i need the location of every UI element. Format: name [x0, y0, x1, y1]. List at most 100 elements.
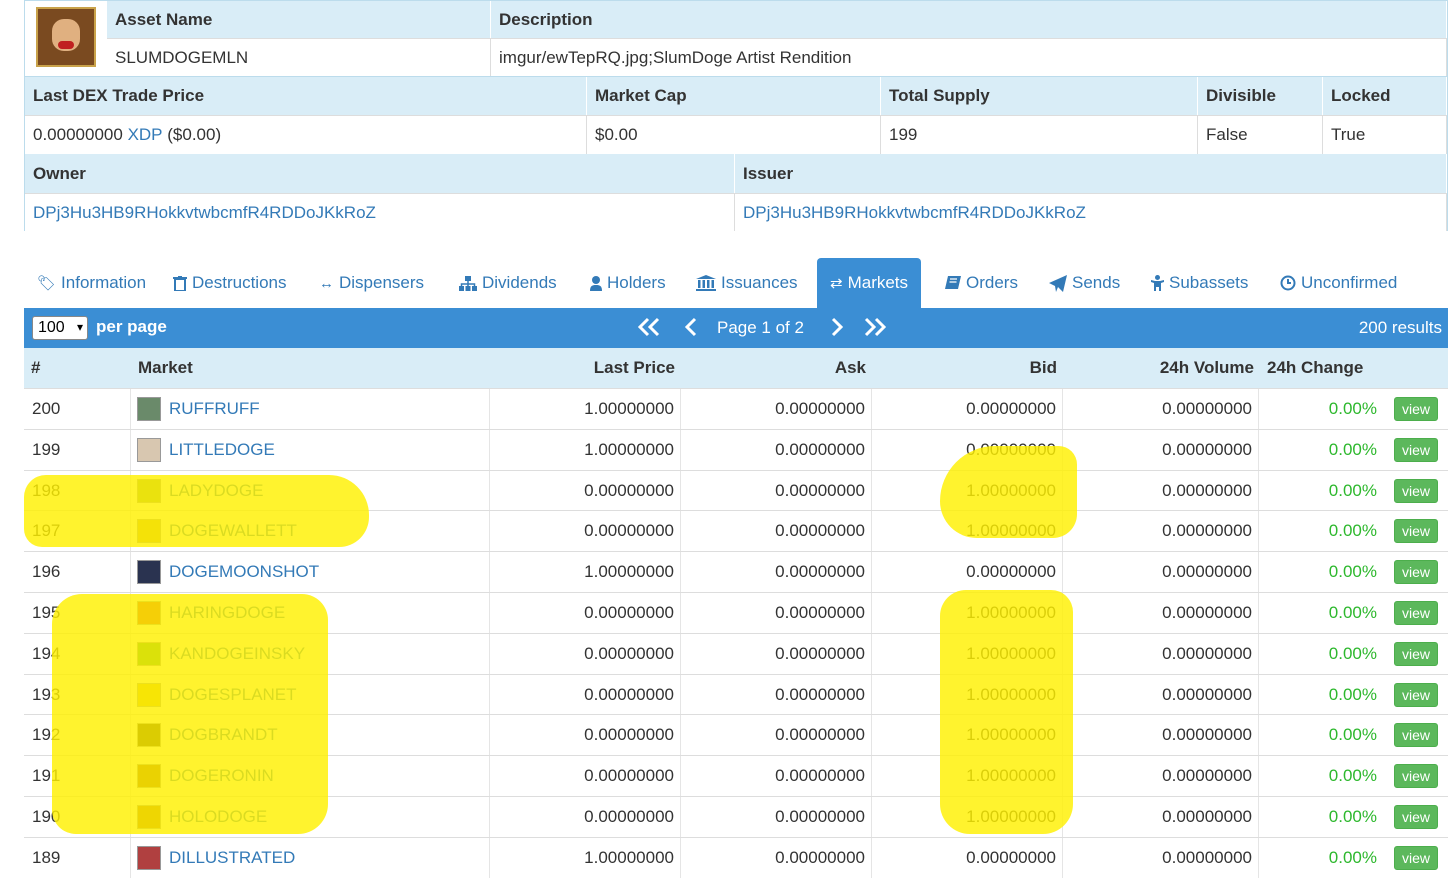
- issuer-address-link[interactable]: DPj3Hu3HB9RHokkvtwbcmfR4RDDoJKkRoZ: [743, 203, 1086, 223]
- market-link[interactable]: DOGESPLANET: [169, 685, 297, 705]
- first-page-button[interactable]: [636, 314, 662, 345]
- view-button[interactable]: view: [1394, 845, 1439, 870]
- change-cell: 0.00%: [1328, 725, 1377, 745]
- view-button[interactable]: view: [1394, 764, 1439, 789]
- ask-cell: 0.00000000: [681, 633, 872, 674]
- tab-unconfirmed[interactable]: Unconfirmed: [1280, 258, 1397, 308]
- last-price-cell: 0.00000000: [490, 633, 681, 674]
- tab-dividends[interactable]: Dividends: [459, 258, 557, 308]
- tab-destructions[interactable]: Destructions: [173, 258, 286, 308]
- tab-label: Destructions: [192, 273, 287, 292]
- table-row: 198 LADYDOGE 0.00000000 0.00000000 1.0000000…: [24, 469, 1448, 511]
- tab-label: Issuances: [721, 273, 798, 292]
- table-row: 194 KANDOGEINSKY 0.00000000 0.00000000 1.000…: [24, 632, 1448, 674]
- change-cell: 0.00%: [1328, 439, 1377, 459]
- divisible-value: False: [1198, 115, 1323, 154]
- volume-cell: 0.00000000: [1063, 593, 1259, 633]
- table-row: 191 DOGERONIN 0.00000000 0.00000000 1.000000…: [24, 755, 1448, 797]
- ask-cell: 0.00000000: [681, 511, 872, 552]
- market-link[interactable]: HARINGDOGE: [169, 603, 285, 623]
- owner-value: DPj3Hu3HB9RHokkvtwbcmfR4RDDoJKkRoZ: [25, 193, 735, 231]
- prev-page-button[interactable]: [682, 314, 702, 345]
- tab-dispensers[interactable]: ↔ Dispensers: [319, 258, 424, 308]
- volume-cell: 0.00000000: [1063, 837, 1259, 878]
- market-link[interactable]: KANDOGEINSKY: [169, 644, 305, 664]
- tab-issuances[interactable]: Issuances: [696, 258, 798, 308]
- market-link[interactable]: DOGEMOONSHOT: [169, 562, 319, 582]
- change-cell: 0.00%: [1328, 521, 1377, 541]
- tab-orders[interactable]: Orders: [945, 258, 1018, 308]
- last-price-cell: 0.00000000: [490, 470, 681, 511]
- view-button[interactable]: view: [1394, 397, 1439, 421]
- clock-icon: [1280, 275, 1296, 291]
- view-button[interactable]: view: [1394, 560, 1439, 585]
- view-button[interactable]: view: [1394, 478, 1439, 503]
- view-cell: view: [1394, 552, 1444, 592]
- view-cell: view: [1394, 471, 1444, 511]
- per-page-select[interactable]: 100 ▾: [32, 316, 88, 340]
- view-button[interactable]: view: [1394, 437, 1439, 462]
- owner-address-link[interactable]: DPj3Hu3HB9RHokkvtwbcmfR4RDDoJKkRoZ: [33, 203, 376, 223]
- row-number: 196: [24, 552, 131, 593]
- market-link[interactable]: LITTLEDOGE: [169, 440, 275, 460]
- market-cell: HARINGDOGE: [131, 593, 490, 633]
- tab-label: Dispensers: [339, 273, 425, 292]
- market-link[interactable]: DOGBRANDT: [169, 725, 278, 745]
- market-link[interactable]: DOGERONIN: [169, 766, 274, 786]
- tab-label: Holders: [607, 273, 666, 292]
- volume-cell: 0.00000000: [1063, 470, 1259, 511]
- tab-information[interactable]: 🏷︎ Information: [37, 258, 146, 308]
- change-cell: 0.00%: [1328, 847, 1377, 867]
- xdp-link[interactable]: XDP: [128, 125, 163, 145]
- row-number: 190: [24, 797, 131, 837]
- asset-thumbnail: [137, 845, 161, 870]
- last-page-button[interactable]: [862, 314, 888, 345]
- market-cell: DILLUSTRATED: [131, 837, 490, 878]
- view-button[interactable]: view: [1394, 519, 1439, 544]
- last-price-cell: 1.00000000: [490, 429, 681, 470]
- asset-thumbnail: [137, 764, 161, 789]
- tab-subassets[interactable]: Subassets: [1151, 258, 1248, 308]
- market-cell: HOLODOGE: [131, 797, 490, 837]
- last-price-cell: 1.00000000: [490, 837, 681, 878]
- view-button[interactable]: view: [1394, 601, 1439, 625]
- tab-markets[interactable]: ⇄ Markets: [817, 258, 922, 308]
- view-button[interactable]: view: [1394, 641, 1439, 666]
- market-cell: DOGEMOONSHOT: [131, 552, 490, 593]
- view-button[interactable]: view: [1394, 723, 1439, 748]
- table-row: 189 DILLUSTRATED 1.00000000 0.00000000 0.000…: [24, 836, 1448, 878]
- tab-holders[interactable]: Holders: [590, 258, 666, 308]
- page-indicator: Page 1 of 2: [717, 318, 804, 337]
- market-link[interactable]: LADYDOGE: [169, 481, 263, 501]
- asset-thumbnail: [137, 641, 161, 666]
- market-link[interactable]: HOLODOGE: [169, 807, 267, 827]
- book-icon: [945, 275, 961, 291]
- row-number: 195: [24, 593, 131, 633]
- owner-header: Owner: [25, 154, 735, 193]
- child-icon: [1151, 275, 1164, 291]
- view-button[interactable]: view: [1394, 805, 1439, 829]
- bid-cell: 1.00000000: [872, 593, 1063, 633]
- market-cell: DOGESPLANET: [131, 674, 490, 715]
- market-link[interactable]: RUFFRUFF: [169, 399, 260, 419]
- bid-cell: 1.00000000: [872, 674, 1063, 715]
- view-button[interactable]: view: [1394, 682, 1439, 707]
- per-page-value: 100: [38, 319, 65, 336]
- last-price-usd: ($0.00): [167, 125, 222, 144]
- view-cell: view: [1394, 838, 1444, 878]
- tab-sends[interactable]: Sends: [1049, 258, 1120, 308]
- market-link[interactable]: DILLUSTRATED: [169, 848, 295, 868]
- ask-cell: 0.00000000: [681, 470, 872, 511]
- next-page-button[interactable]: [827, 314, 847, 345]
- sitemap-icon: [459, 275, 477, 291]
- row-number: 199: [24, 429, 131, 470]
- asset-thumbnail: [137, 601, 161, 625]
- market-link[interactable]: DOGEWALLETT: [169, 521, 297, 541]
- tab-label: Subassets: [1169, 273, 1249, 292]
- exchange-icon: ⇄: [830, 275, 843, 292]
- view-cell: view: [1394, 756, 1444, 796]
- last-price-cell: 0.00000000: [490, 593, 681, 633]
- ask-cell: 0.00000000: [681, 674, 872, 715]
- asset-thumbnail: [137, 437, 161, 462]
- description-value: imgur/ewTepRQ.jpg;SlumDoge Artist Rendit…: [491, 38, 1447, 76]
